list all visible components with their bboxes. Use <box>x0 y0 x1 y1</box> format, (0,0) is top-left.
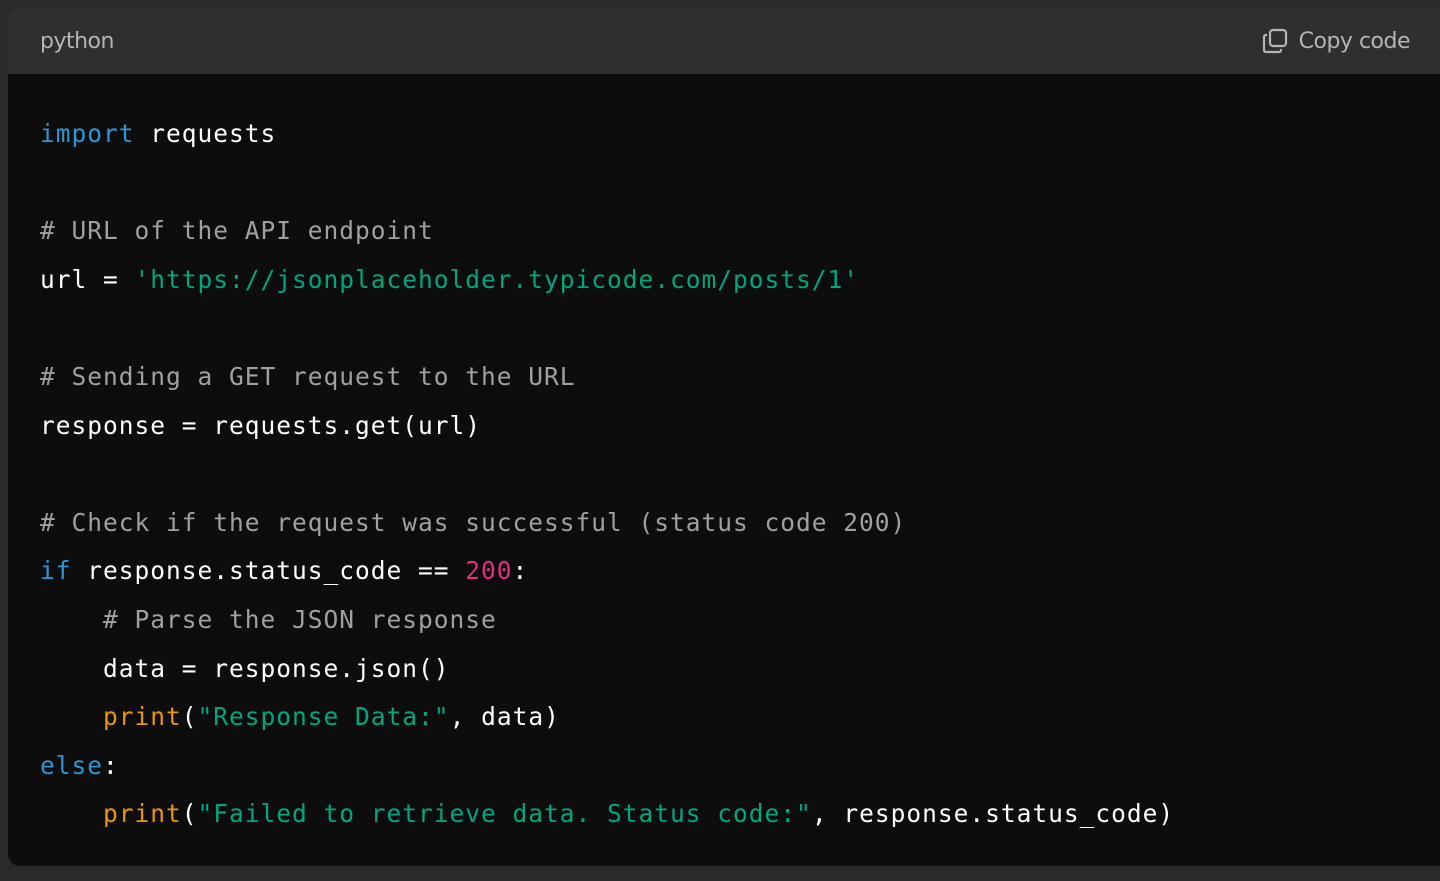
code-token-string: 'https://jsonplaceholder.typicode.com/po… <box>134 264 860 294</box>
code-token-plain: , response.status_code) <box>811 799 1175 829</box>
code-line: print("Response Data:", data) <box>40 693 1440 742</box>
code-line: # Parse the JSON response <box>40 596 1440 645</box>
code-line: url = 'https://jsonplaceholder.typicode.… <box>40 256 1440 305</box>
code-token-comment: # Sending a GET request to the URL <box>40 361 576 391</box>
code-token-comment: # URL of the API endpoint <box>40 216 434 246</box>
code-token-comment: # Check if the request was successful (s… <box>40 507 907 537</box>
code-line: data = response.json() <box>40 645 1440 694</box>
code-token-string: "Response Data:" <box>197 702 450 732</box>
code-token-comment: # Parse the JSON response <box>103 604 497 634</box>
code-token-plain: ( <box>181 702 198 732</box>
code-line: response = requests.get(url) <box>40 402 1440 451</box>
code-token-plain: requests <box>134 119 277 148</box>
code-token-plain: response = requests.get(url) <box>40 410 482 440</box>
code-line: print("Failed to retrieve data. Status c… <box>40 790 1440 839</box>
code-token-plain: : <box>512 556 529 586</box>
code-token-builtin: print <box>103 702 182 732</box>
code-token-keyword: import <box>40 119 135 148</box>
code-line: else: <box>40 742 1440 791</box>
code-block-header: python Copy code <box>8 8 1440 74</box>
code-line: # Sending a GET request to the URL <box>40 353 1440 402</box>
code-token-plain: , data) <box>449 702 560 732</box>
code-token-number: 200 <box>465 556 513 586</box>
code-content[interactable]: import requests # URL of the API endpoin… <box>8 74 1440 839</box>
code-line: # Check if the request was successful (s… <box>40 499 1440 548</box>
code-token-plain: : <box>103 750 119 780</box>
code-block: python Copy code import requests # URL o… <box>8 8 1440 866</box>
code-token-plain: data = response.json() <box>40 653 450 683</box>
code-line: if response.status_code == 200: <box>40 547 1440 596</box>
copy-icon <box>1261 27 1289 55</box>
copy-code-button[interactable]: Copy code <box>1261 27 1411 55</box>
language-label: python <box>40 28 114 54</box>
code-line: # URL of the API endpoint <box>40 207 1440 256</box>
code-token-plain: ( <box>181 799 198 829</box>
code-token-string: "Failed to retrieve data. Status code:" <box>197 799 812 829</box>
code-token-plain: response.status_code == <box>71 556 466 586</box>
code-line: import requests <box>40 110 1440 159</box>
copy-code-label: Copy code <box>1298 28 1411 54</box>
code-token-keyword: if <box>40 556 72 586</box>
code-token-builtin: print <box>103 799 182 829</box>
code-token-plain: url = <box>40 264 135 294</box>
code-token-keyword: else <box>40 750 104 780</box>
